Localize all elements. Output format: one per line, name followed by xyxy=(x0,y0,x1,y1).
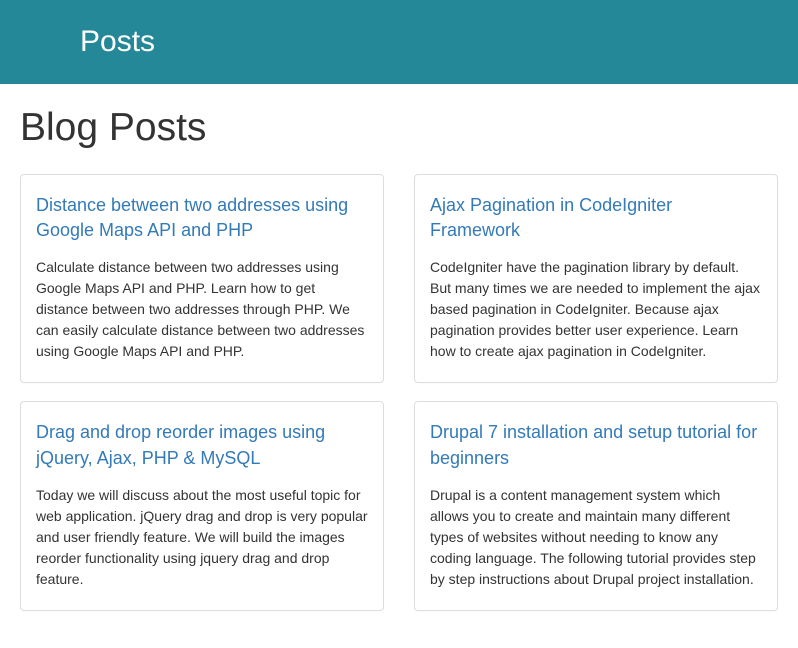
post-title-link[interactable]: Drupal 7 installation and setup tutorial… xyxy=(430,420,762,470)
post-card: Drag and drop reorder images using jQuer… xyxy=(20,401,384,610)
post-card: Ajax Pagination in CodeIgniter Framework… xyxy=(414,174,778,383)
post-description: CodeIgniter have the pagination library … xyxy=(430,257,762,362)
post-title-link[interactable]: Drag and drop reorder images using jQuer… xyxy=(36,420,368,470)
page-title: Blog Posts xyxy=(20,106,778,150)
post-title-link[interactable]: Distance between two addresses using Goo… xyxy=(36,193,368,243)
post-description: Calculate distance between two addresses… xyxy=(36,257,368,362)
posts-grid: Distance between two addresses using Goo… xyxy=(20,174,778,611)
post-card: Drupal 7 installation and setup tutorial… xyxy=(414,401,778,610)
post-description: Today we will discuss about the most use… xyxy=(36,485,368,590)
post-description: Drupal is a content management system wh… xyxy=(430,485,762,590)
main-container: Blog Posts Distance between two addresse… xyxy=(0,106,798,641)
post-title-link[interactable]: Ajax Pagination in CodeIgniter Framework xyxy=(430,193,762,243)
page-header: Posts xyxy=(0,0,798,84)
post-card: Distance between two addresses using Goo… xyxy=(20,174,384,383)
header-title: Posts xyxy=(80,25,798,59)
